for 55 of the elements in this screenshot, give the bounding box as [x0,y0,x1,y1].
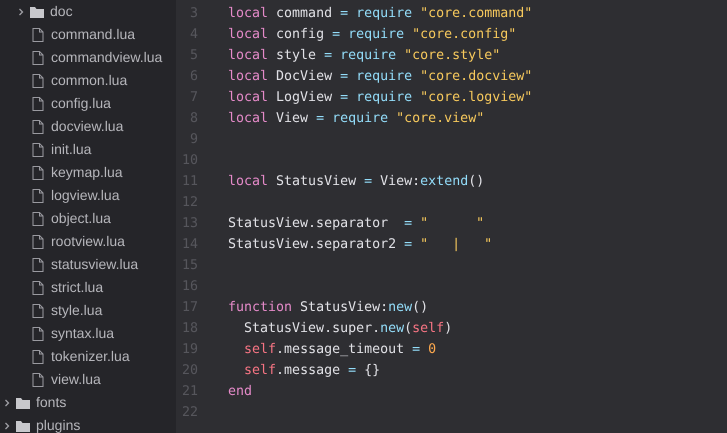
file-icon [32,28,44,42]
code-line: StatusView.separator2 = " | " [228,236,492,254]
file-icon [32,120,44,134]
folder-icon [30,6,44,18]
chevron-right-icon [2,420,12,430]
file-item[interactable]: init.lua [0,138,176,161]
code-line: function StatusView:new() [228,298,428,317]
folder-item[interactable]: fonts [0,391,176,414]
file-icon [32,326,44,340]
file-item[interactable]: logview.lua [0,184,176,207]
chevron-right-icon [2,398,12,408]
file-item[interactable]: object.lua [0,207,176,230]
folder-icon [16,420,30,432]
file-icon [32,304,44,318]
file-icon [32,212,44,226]
code-line: local style = require "core.style" [228,46,500,65]
code-line: StatusView.super.new(self) [243,320,452,338]
file-icon [32,166,44,180]
file-item[interactable]: view.lua [0,368,176,391]
chevron-right-icon [16,6,26,16]
file-icon [32,142,44,156]
file-item[interactable]: config.lua [0,92,176,115]
file-item[interactable]: rootview.lua [0,230,176,253]
folder-item[interactable]: plugins [0,414,176,433]
code-line: self.message = {} [243,362,380,380]
file-icon [32,74,44,88]
file-item[interactable]: command.lua [0,23,176,46]
file-icon [32,350,44,364]
folder-icon [16,396,30,408]
code-line: self.message_timeout = 0 [243,340,436,359]
file-item[interactable]: common.lua [0,69,176,92]
file-item[interactable]: commandview.lua [0,46,176,69]
code-line: local config = require "core.config" [228,26,516,44]
file-item[interactable]: statusview.lua [0,253,176,276]
code-line: StatusView.separator = " " [228,214,484,233]
file-icon [32,96,44,110]
folder-item[interactable]: doc [0,0,176,23]
file-item[interactable]: style.lua [0,299,176,322]
file-item[interactable]: keymap.lua [0,161,176,184]
file-item[interactable]: strict.lua [0,276,176,299]
file-item[interactable]: docview.lua [0,115,176,138]
code-line: local View = require "core.view" [228,110,484,128]
code-line: local LogView = require "core.logview" [228,88,532,107]
code-line: local command = require "core.command" [228,4,532,23]
code-line: end [228,382,252,401]
code-line: local DocView = require "core.docview" [228,68,532,86]
code-line: local StatusView = View:extend() [228,172,484,191]
file-icon [32,234,44,248]
file-icon [32,258,44,272]
file-icon [32,280,44,294]
file-icon [32,188,44,202]
file-item[interactable]: tokenizer.lua [0,345,176,368]
file-item[interactable]: syntax.lua [0,322,176,345]
file-icon [32,50,44,64]
file-icon [32,372,44,386]
